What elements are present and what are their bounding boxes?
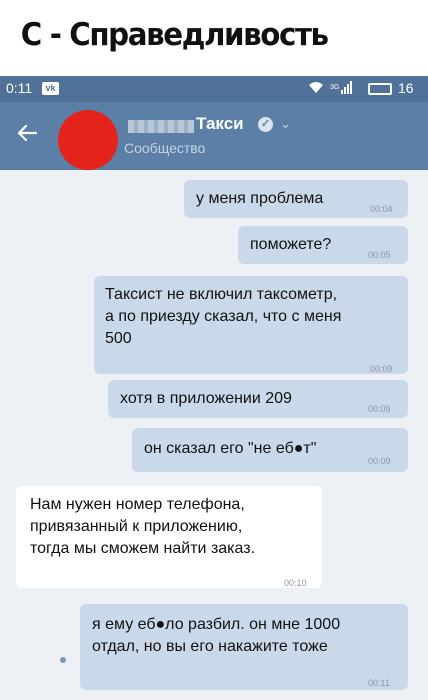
message-bubble[interactable]: поможете? 00:05 bbox=[238, 226, 408, 264]
verified-check-icon: ✓ bbox=[258, 117, 273, 132]
signal-icon: 3G bbox=[330, 81, 356, 98]
vk-icon: vk bbox=[42, 82, 59, 95]
message-text: Таксист не включил таксометр, а по приез… bbox=[105, 286, 342, 347]
chat-header: Такси ✓ ⌄ Сообщество bbox=[0, 102, 428, 170]
message-bubble[interactable]: у меня проблема 00:04 bbox=[184, 180, 408, 218]
message-time: 00:09 bbox=[368, 456, 391, 466]
message-time: 00:11 bbox=[368, 678, 390, 688]
battery-level: 16 bbox=[398, 80, 414, 96]
message-bubble[interactable]: Нам нужен номер телефона, привязанный к … bbox=[16, 486, 322, 588]
message-list: у меня проблема 00:04 поможете? 00:05 Та… bbox=[0, 170, 428, 700]
message-bubble[interactable]: я ему еб●ло разбил. он мне 1000 отдал, н… bbox=[80, 604, 408, 690]
message-text: я ему еб●ло разбил. он мне 1000 отдал, н… bbox=[92, 616, 341, 655]
unread-dot-icon bbox=[60, 657, 66, 663]
meme-caption: С - Справедливость bbox=[0, 0, 405, 70]
wifi-icon bbox=[308, 80, 324, 97]
message-bubble[interactable]: хотя в приложении 209 00:09 bbox=[108, 380, 408, 418]
blurred-name bbox=[128, 120, 194, 133]
chevron-down-icon[interactable]: ⌄ bbox=[280, 116, 291, 132]
message-text: хотя в приложении 209 bbox=[120, 390, 292, 407]
message-time: 00:09 bbox=[368, 404, 391, 414]
status-time: 0:11 bbox=[6, 80, 33, 96]
status-bar: 0:11 vk 3G 16 bbox=[0, 76, 428, 102]
message-time: 00:09 bbox=[370, 364, 393, 374]
chat-subtitle: Сообщество bbox=[124, 140, 206, 156]
battery-icon bbox=[368, 83, 392, 95]
message-time: 00:10 bbox=[284, 578, 307, 588]
chat-title[interactable]: Такси bbox=[196, 114, 244, 134]
message-text: Нам нужен номер телефона, привязанный к … bbox=[30, 496, 256, 557]
message-bubble[interactable]: Таксист не включил таксометр, а по приез… bbox=[94, 276, 408, 374]
message-time: 00:05 bbox=[368, 250, 391, 260]
avatar[interactable] bbox=[58, 110, 118, 170]
message-bubble[interactable]: он сказал его "не еб●т" 00:09 bbox=[132, 428, 408, 472]
message-time: 00:04 bbox=[370, 204, 393, 214]
svg-text:3G: 3G bbox=[330, 84, 339, 91]
arrow-left-icon[interactable] bbox=[16, 122, 38, 144]
